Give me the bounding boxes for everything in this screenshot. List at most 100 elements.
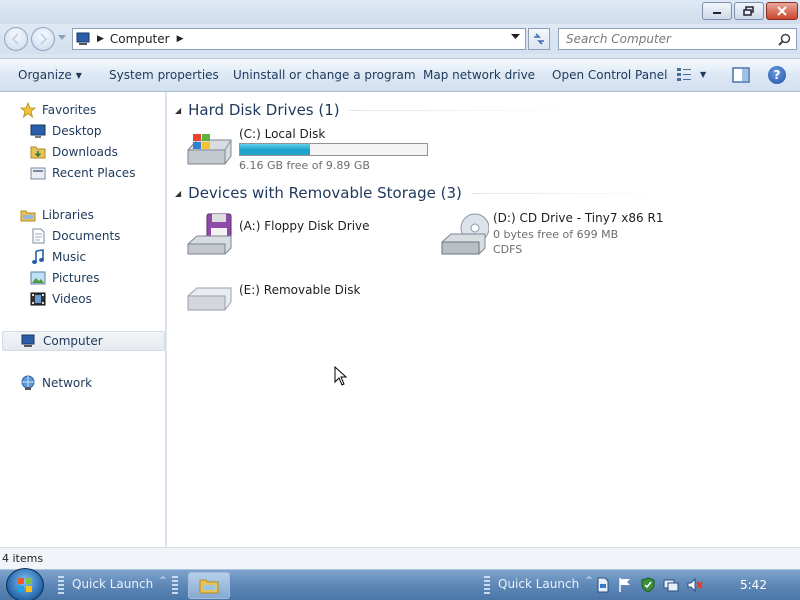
- downloads-folder-icon: [30, 144, 46, 160]
- search-icon[interactable]: [778, 33, 791, 46]
- search-box: [558, 28, 797, 50]
- group-header-removable-storage[interactable]: ◢ Devices with Removable Storage (3): [175, 183, 669, 203]
- documents-icon: [30, 228, 46, 244]
- recent-places-icon: [30, 165, 46, 181]
- nav-item-videos[interactable]: Videos: [30, 289, 92, 309]
- back-icon: [11, 33, 19, 45]
- breadcrumb-arrow-icon[interactable]: ▶: [177, 34, 184, 44]
- drive-c-local-disk[interactable]: (C:) Local Disk 6.16 GB free of 9.89 GB: [185, 126, 428, 173]
- back-button[interactable]: [4, 27, 28, 51]
- network-tray-icon[interactable]: [663, 577, 679, 593]
- chevron-up-icon: ^: [585, 576, 593, 586]
- content-area: ◢ Hard Disk Drives (1) (C:) Local Disk 6…: [167, 92, 800, 547]
- toolbar-grip[interactable]: [58, 576, 64, 594]
- group-title: Devices with Removable Storage (3): [188, 184, 462, 202]
- drive-name: (A:) Floppy Disk Drive: [239, 219, 370, 233]
- nav-item-recent-places[interactable]: Recent Places: [30, 163, 135, 183]
- chevron-down-icon: ▼: [75, 71, 82, 80]
- mouse-cursor-icon: [334, 366, 348, 386]
- nav-item-documents[interactable]: Documents: [30, 226, 120, 246]
- desktop-icon: [30, 123, 46, 139]
- start-icon: [18, 578, 32, 592]
- drive-name: (D:) CD Drive - Tiny7 x86 R1: [493, 211, 664, 225]
- group-divider: [348, 109, 579, 111]
- minimize-icon: [713, 12, 721, 14]
- toolbar-grip[interactable]: [484, 576, 490, 594]
- drive-e-removable[interactable]: (E:) Removable Disk: [185, 278, 360, 324]
- change-view-button[interactable]: ▼: [676, 67, 706, 81]
- nav-item-network[interactable]: Network: [20, 373, 92, 393]
- start-button[interactable]: [6, 568, 44, 600]
- drive-free-space: 0 bytes free of 699 MB: [493, 228, 619, 241]
- videos-icon: [30, 291, 46, 307]
- navigation-pane: Favorites Desktop Downloads Recent Place…: [0, 92, 166, 547]
- security-shield-icon[interactable]: [640, 577, 656, 593]
- nav-item-label: Favorites: [42, 103, 97, 117]
- nav-item-music[interactable]: Music: [30, 247, 86, 267]
- taskbar: Quick Launch ^ Quick Launch ^ 5:42: [0, 568, 800, 600]
- nav-item-label: Recent Places: [52, 166, 136, 180]
- nav-item-pictures[interactable]: Pictures: [30, 268, 100, 288]
- quick-launch-label: Quick Launch: [498, 577, 580, 591]
- nav-item-label: Desktop: [52, 124, 102, 138]
- map-network-drive-button[interactable]: Map network drive: [423, 68, 535, 82]
- open-control-panel-button[interactable]: Open Control Panel: [552, 68, 667, 82]
- nav-item-downloads[interactable]: Downloads: [30, 142, 118, 162]
- recent-pages-dropdown[interactable]: [58, 35, 66, 41]
- pictures-icon: [30, 270, 46, 286]
- document-icon[interactable]: [596, 577, 610, 593]
- views-icon: [677, 68, 691, 81]
- drive-name: (C:) Local Disk: [239, 127, 326, 141]
- refresh-icon: [534, 33, 544, 45]
- nav-item-favorites[interactable]: Favorites: [20, 100, 96, 120]
- maximize-button[interactable]: [734, 2, 764, 20]
- nav-item-libraries[interactable]: Libraries: [20, 205, 94, 225]
- removable-disk-icon: [185, 278, 235, 324]
- forward-button[interactable]: [31, 27, 55, 51]
- preview-pane-button[interactable]: [732, 67, 750, 86]
- help-button[interactable]: ?: [768, 66, 786, 84]
- cd-icon: [439, 210, 490, 256]
- drive-d-cd[interactable]: (D:) CD Drive - Tiny7 x86 R1 0 bytes fre…: [439, 210, 663, 257]
- taskbar-explorer-button[interactable]: [188, 572, 230, 599]
- explorer-folder-icon: [199, 579, 219, 593]
- floppy-icon: [185, 210, 235, 256]
- quick-launch-toolbar[interactable]: Quick Launch ^: [72, 576, 167, 591]
- toolbar-grip[interactable]: [172, 576, 178, 594]
- minimize-button[interactable]: [702, 2, 732, 20]
- capacity-bar: [239, 143, 428, 156]
- drive-a-floppy[interactable]: (A:) Floppy Disk Drive: [185, 210, 370, 256]
- close-icon: [777, 6, 787, 16]
- close-button[interactable]: [766, 2, 798, 20]
- group-divider: [470, 192, 669, 194]
- organize-label: Organize: [18, 68, 72, 82]
- collapse-triangle-icon: ◢: [175, 105, 182, 115]
- collapse-triangle-icon: ◢: [175, 188, 182, 198]
- uninstall-program-button[interactable]: Uninstall or change a program: [233, 68, 416, 82]
- breadcrumb-arrow-icon[interactable]: ▶: [97, 34, 104, 44]
- quick-launch-toolbar-2[interactable]: Quick Launch ^: [498, 576, 593, 591]
- chevron-up-icon: ^: [159, 576, 167, 586]
- drive-name: (E:) Removable Disk: [239, 283, 361, 297]
- system-properties-button[interactable]: System properties: [109, 68, 219, 82]
- organize-button[interactable]: Organize ▼: [18, 68, 82, 82]
- flag-icon[interactable]: [617, 577, 633, 593]
- breadcrumb-computer[interactable]: Computer: [110, 32, 170, 46]
- address-row: ▶ Computer ▶: [0, 24, 800, 54]
- address-bar[interactable]: ▶ Computer ▶: [72, 28, 526, 50]
- nav-item-label: Downloads: [52, 145, 118, 159]
- clock[interactable]: 5:42: [740, 578, 767, 592]
- nav-item-desktop[interactable]: Desktop: [30, 121, 102, 141]
- chevron-down-icon[interactable]: [511, 34, 520, 40]
- search-input[interactable]: [559, 29, 769, 49]
- restore-icon: [743, 6, 754, 16]
- music-icon: [30, 249, 46, 265]
- refresh-button[interactable]: [528, 28, 550, 50]
- drive-free-space: 6.16 GB free of 9.89 GB: [239, 159, 370, 172]
- drive-file-system: CDFS: [493, 243, 523, 256]
- volume-muted-icon[interactable]: [686, 577, 704, 593]
- group-header-hard-disk-drives[interactable]: ◢ Hard Disk Drives (1): [175, 100, 579, 120]
- libraries-icon: [20, 207, 36, 223]
- nav-item-computer[interactable]: Computer: [2, 331, 165, 351]
- item-count: 4 items: [2, 552, 44, 565]
